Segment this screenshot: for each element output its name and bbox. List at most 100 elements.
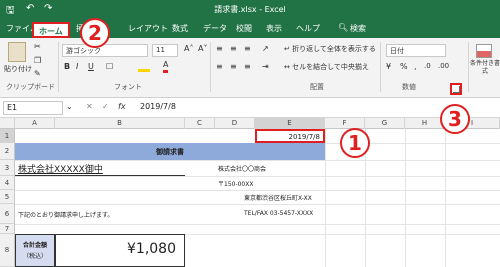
wrap-text-label: 折り返して全体を表示する	[292, 45, 376, 53]
cell-d4-postal[interactable]: 〒150-00XX	[218, 179, 253, 188]
wrap-text-button[interactable]: ↵ 折り返して全体を表示する	[284, 44, 376, 54]
formula-input[interactable]: 2019/7/8	[140, 102, 176, 111]
column-header[interactable]: D	[215, 118, 255, 129]
select-all-corner[interactable]	[0, 118, 15, 129]
window-title: 請求書.xlsx - Excel	[214, 5, 286, 14]
gridline	[325, 129, 326, 267]
align-top-icon[interactable]: ≡	[216, 44, 223, 53]
decrease-decimal-icon[interactable]: .00	[438, 62, 449, 70]
recipient-underline	[15, 175, 185, 176]
row-header[interactable]: 8	[0, 234, 15, 267]
number-format-dropdown[interactable]: 日付	[386, 44, 446, 57]
column-header[interactable]: A	[15, 118, 55, 129]
name-box[interactable]: E1	[3, 101, 63, 115]
merge-center-button[interactable]: ↔ セルを結合して中央揃え	[284, 62, 369, 72]
align-bottom-icon[interactable]: ≡	[244, 44, 251, 53]
row-header[interactable]: 2	[0, 143, 15, 160]
total-label-cell[interactable]: 合計金額 （税込）	[15, 234, 55, 267]
total-amount: ¥1,080	[127, 241, 176, 257]
align-center-icon[interactable]: ≡	[230, 62, 237, 71]
cell-a3-recipient[interactable]: 株式会社XXXXX御中	[18, 162, 103, 175]
tab-help[interactable]: ヘルプ	[296, 23, 320, 34]
copy-icon[interactable]: ❐	[34, 56, 41, 65]
row-header[interactable]: 1	[0, 129, 15, 143]
bold-icon[interactable]: B	[64, 62, 70, 71]
tab-review[interactable]: 校閲	[236, 23, 252, 34]
font-name-dropdown[interactable]: 游ゴシック	[62, 44, 148, 57]
align-left-icon[interactable]: ≡	[216, 62, 223, 71]
insert-function-icon[interactable]: fx	[118, 102, 126, 111]
underline-icon[interactable]: U	[88, 62, 94, 71]
enter-icon[interactable]: ✓	[102, 102, 109, 111]
cell-d5-address[interactable]: 東京都渋谷区桜丘町X-XX	[244, 193, 312, 202]
column-header[interactable]: G	[365, 118, 405, 129]
callout-1: 1	[340, 128, 370, 158]
cell-a6-message[interactable]: 下記のとおり御請求申し上げます。	[18, 210, 113, 219]
callout-2: 2	[80, 18, 110, 48]
tab-search[interactable]: 検索	[350, 23, 366, 34]
invoice-title-cell[interactable]: 御請求書	[15, 143, 325, 160]
fill-color-icon[interactable]	[138, 62, 150, 72]
paste-button[interactable]: 貼り付け	[4, 64, 32, 74]
divider	[210, 42, 211, 92]
total-amount-cell[interactable]: ¥1,080	[55, 234, 185, 267]
font-group-label: フォント	[114, 83, 142, 91]
tab-home[interactable]: ホーム	[32, 22, 70, 38]
alignment-group-label: 配置	[310, 83, 324, 91]
name-box-chevron-icon[interactable]: ⌄	[66, 102, 73, 111]
clipboard-icon[interactable]	[8, 42, 26, 62]
border-icon[interactable]: ☐	[106, 62, 113, 71]
percent-icon[interactable]: %	[400, 62, 408, 71]
total-label: 合計金額	[22, 242, 47, 249]
gridline	[15, 190, 500, 191]
wrap-text-icon: ↵	[284, 45, 290, 53]
cell-d6-tel[interactable]: TEL/FAX 03-5457-XXXX	[244, 210, 313, 217]
row-header[interactable]: 7	[0, 224, 15, 234]
gridline	[445, 129, 446, 267]
divider	[468, 42, 469, 92]
column-header[interactable]: H	[405, 118, 445, 129]
cell-e1-selected[interactable]: 2019/7/8	[255, 129, 325, 143]
number-format-launcher[interactable]	[450, 83, 462, 95]
cell-d3-company[interactable]: 株式会社〇〇商会	[218, 164, 266, 173]
tab-layout[interactable]: レイアウト	[128, 23, 168, 34]
column-header[interactable]: C	[185, 118, 215, 129]
row-header[interactable]: 4	[0, 176, 15, 190]
formula-bar: E1 ⌄ ✕ ✓ fx 2019/7/8	[0, 98, 500, 118]
dialog-launcher-icon	[453, 86, 460, 93]
conditional-format-button[interactable]: 条件付き書式	[470, 60, 500, 76]
currency-icon[interactable]: ¥	[386, 62, 391, 71]
shrink-font-icon[interactable]: A˅	[198, 44, 207, 53]
orientation-icon[interactable]: ↗	[262, 44, 269, 53]
row-header[interactable]: 5	[0, 190, 15, 204]
clipboard-group-label: クリップボード	[6, 83, 55, 91]
merge-icon: ↔	[284, 63, 290, 71]
ribbon: 貼り付け ✂ ❐ ✎ クリップボード 游ゴシック 11 A˄ A˅ B I U …	[0, 38, 500, 98]
tab-formulas[interactable]: 数式	[172, 23, 188, 34]
callout-3: 3	[440, 104, 470, 134]
italic-icon[interactable]: I	[76, 62, 78, 71]
font-color-icon[interactable]: A	[163, 60, 169, 73]
conditional-format-icon[interactable]	[476, 44, 492, 58]
cancel-icon[interactable]: ✕	[86, 102, 93, 111]
align-middle-icon[interactable]: ≡	[230, 44, 237, 53]
grow-font-icon[interactable]: A˄	[184, 44, 193, 53]
invoice-title: 御請求書	[156, 148, 184, 156]
row-header[interactable]: 3	[0, 160, 15, 176]
format-painter-icon[interactable]: ✎	[34, 69, 41, 78]
cut-icon[interactable]: ✂	[34, 42, 41, 51]
comma-icon[interactable]: ,	[414, 62, 417, 71]
increase-decimal-icon[interactable]: .0	[424, 62, 431, 70]
number-group-label: 数値	[402, 83, 416, 91]
search-icon[interactable]: 🔍︎	[338, 23, 348, 32]
align-right-icon[interactable]: ≡	[244, 62, 251, 71]
font-size-dropdown[interactable]: 11	[152, 44, 178, 57]
column-header[interactable]: E	[255, 118, 325, 129]
tab-data[interactable]: データ	[203, 23, 227, 34]
column-header[interactable]: F	[325, 118, 365, 129]
gridline	[15, 176, 500, 177]
indent-icon[interactable]: ⇥	[262, 62, 269, 71]
row-header[interactable]: 6	[0, 204, 15, 224]
tab-view[interactable]: 表示	[266, 23, 282, 34]
column-header[interactable]: B	[55, 118, 185, 129]
